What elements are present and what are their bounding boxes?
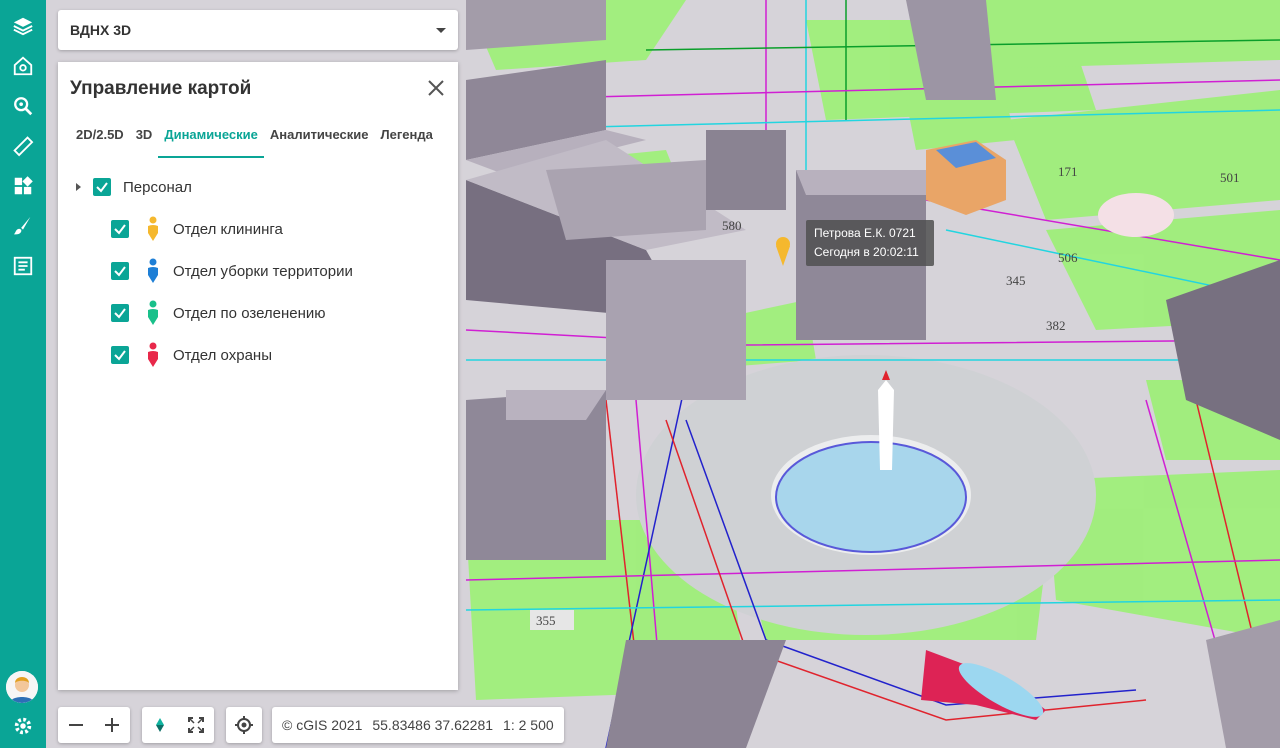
view-controls [142,707,214,743]
expand-arrow-icon[interactable] [76,183,81,191]
tree-item-territory: Отдел уборки территории [111,257,353,285]
coordinates-text: 55.83486 37.62281 [372,717,494,733]
scale-text: 1: 2 500 [503,717,554,733]
tree-item-cleaning: Отдел клининга [111,215,283,243]
map-status-bar: © cGIS 2021 55.83486 37.62281 1: 2 500 [272,707,564,743]
map-label-171: 171 [1058,164,1078,179]
brush-icon[interactable] [8,211,38,241]
settings-icon[interactable] [8,711,38,741]
map-label-501: 501 [1220,170,1240,185]
tab-2d[interactable]: 2D/2.5D [70,124,130,158]
map-label-506: 506 [1058,250,1078,265]
map-layer-value: ВДНХ 3D [70,22,132,38]
map-control-panel: Управление картой 2D/2.5D 3D Динамически… [58,62,458,690]
territory-checkbox[interactable] [111,262,129,280]
zoom-in-button[interactable] [94,707,130,743]
panel-tabs: 2D/2.5D 3D Динамические Аналитические Ле… [70,124,439,158]
map-label-345: 345 [1006,273,1026,288]
avatar[interactable] [6,671,38,703]
copyright-text: © cGIS 2021 [282,717,363,733]
tree-item-security: Отдел охраны [111,341,272,369]
tab-3d[interactable]: 3D [130,124,159,158]
close-icon[interactable] [426,78,446,98]
personnel-checkbox[interactable] [93,178,111,196]
zoom-out-button[interactable] [58,707,94,743]
ruler-icon[interactable] [8,131,38,161]
home-search-icon[interactable] [8,51,38,81]
widgets-icon[interactable] [8,171,38,201]
layers-icon[interactable] [8,11,38,41]
tree-item-label: Отдел охраны [173,346,272,364]
tree-group-personnel: Персонал [76,173,192,201]
panel-title: Управление картой [70,78,252,99]
tooltip-time: Сегодня в 20:02:11 [814,245,919,259]
cleaning-checkbox[interactable] [111,220,129,238]
map-label-355: 355 [536,613,556,628]
tree-item-label: Отдел клининга [173,220,283,238]
zoom-search-icon[interactable] [8,91,38,121]
tab-legend[interactable]: Легенда [375,124,439,158]
map-tooltip: Петрова Е.К. 0721 Сегодня в 20:02:11 [806,220,934,266]
zoom-controls [58,707,130,743]
map-label-382: 382 [1046,318,1066,333]
compass-icon[interactable] [142,707,178,743]
fullscreen-icon[interactable] [178,707,214,743]
locate-control [226,707,262,743]
person-pin-yellow-icon [148,216,158,241]
list-icon[interactable] [8,251,38,281]
caret-down-icon [436,27,446,33]
person-pin-blue-icon [148,258,158,283]
person-pin-red-icon [148,342,158,367]
tab-dynamic[interactable]: Динамические [158,124,264,158]
person-pin-green-icon [148,300,158,325]
map-label-580: 580 [722,218,742,233]
tree-item-label: Отдел по озеленению [173,304,326,322]
tooltip-person: Петрова Е.К. 0721 [814,226,916,240]
security-checkbox[interactable] [111,346,129,364]
map-layer-select[interactable]: ВДНХ 3D [58,10,458,50]
tree-item-label: Отдел уборки территории [173,262,353,280]
greening-checkbox[interactable] [111,304,129,322]
left-toolbar [0,0,46,748]
tree-item-greening: Отдел по озеленению [111,299,326,327]
tab-analytic[interactable]: Аналитические [264,124,375,158]
tree-group-label: Персонал [123,178,192,196]
locate-icon[interactable] [226,707,262,743]
